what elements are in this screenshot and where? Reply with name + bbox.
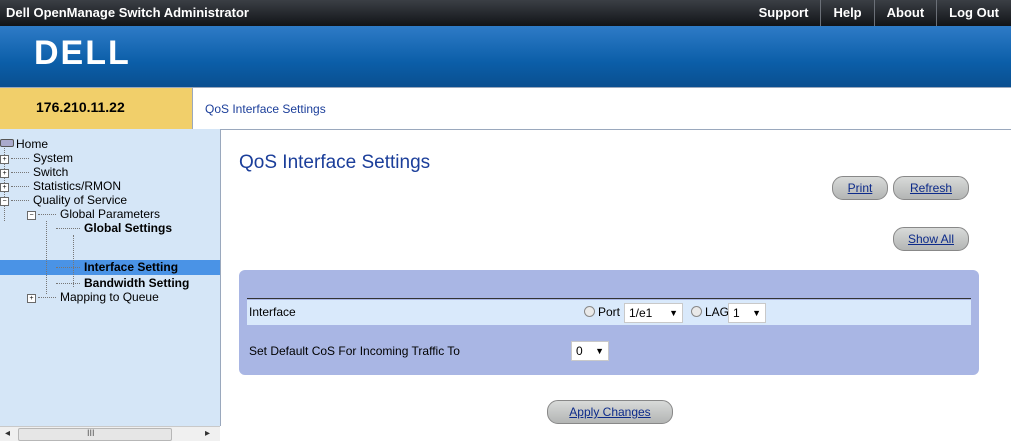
app-title: Dell OpenManage Switch Administrator — [6, 5, 249, 20]
help-link[interactable]: Help — [820, 0, 873, 26]
chevron-down-icon: ▼ — [595, 346, 604, 356]
home-icon — [0, 139, 14, 147]
refresh-button[interactable]: Refresh — [893, 176, 969, 200]
support-link[interactable]: Support — [747, 0, 821, 26]
device-ip: 176.210.11.22 — [36, 99, 125, 115]
tree-item-bandwidth-settings[interactable]: Bandwidth Setting — [56, 276, 189, 290]
tree-item-qos[interactable]: − Quality of Service — [0, 193, 127, 207]
scroll-grip: III — [87, 428, 95, 438]
breadcrumb[interactable]: QoS Interface Settings — [205, 102, 326, 116]
default-cos-select[interactable]: 0 ▼ — [571, 341, 609, 361]
apply-changes-button[interactable]: Apply Changes — [547, 400, 673, 424]
tree-item-switch[interactable]: + Switch — [0, 165, 68, 179]
page-title: QoS Interface Settings — [239, 152, 431, 173]
lag-select[interactable]: 1 ▼ — [728, 303, 766, 323]
port-radio[interactable] — [584, 306, 595, 317]
tree-item-statistics[interactable]: + Statistics/RMON — [0, 179, 121, 193]
expand-icon[interactable]: + — [27, 294, 36, 303]
nav-tree: Home + System + Switch + Statistics/RMON − Q… — [0, 129, 221, 426]
tree-item-global-parameters[interactable]: − Global Parameters — [27, 207, 160, 221]
lag-radio[interactable] — [691, 306, 702, 317]
default-cos-label: Set Default CoS For Incoming Traffic To — [249, 344, 460, 358]
scroll-left-icon[interactable]: ◂ — [5, 428, 10, 439]
port-select[interactable]: 1/e1 ▼ — [624, 303, 683, 323]
expand-icon[interactable]: + — [0, 183, 9, 192]
lag-label: LAG — [705, 305, 730, 319]
expand-icon[interactable]: + — [0, 169, 9, 178]
chevron-down-icon: ▼ — [669, 308, 678, 318]
panel-divider — [247, 298, 971, 299]
print-button[interactable]: Print — [832, 176, 888, 200]
scroll-thumb[interactable]: III — [18, 428, 172, 441]
settings-panel: Interface Port 1/e1 ▼ LAG 1 ▼ Set Default … — [239, 270, 979, 375]
tree-item-interface-settings[interactable]: Interface Setting — [56, 260, 178, 274]
port-option[interactable]: Port — [584, 305, 620, 319]
collapse-icon[interactable]: − — [0, 197, 9, 206]
chevron-down-icon: ▼ — [752, 308, 761, 318]
port-label: Port — [598, 305, 621, 319]
top-bar: Dell OpenManage Switch Administrator Sup… — [0, 0, 1011, 26]
collapse-icon[interactable]: − — [27, 211, 36, 220]
tree-item-global-settings[interactable]: Global Settings — [56, 221, 172, 235]
tree-item-system[interactable]: + System — [0, 151, 73, 165]
tree-connector — [46, 221, 47, 294]
info-row: 176.210.11.22 QoS Interface Settings — [0, 87, 1011, 130]
interface-label: Interface — [249, 305, 296, 319]
scroll-right-icon[interactable]: ▸ — [205, 428, 210, 439]
device-ip-box: 176.210.11.22 — [0, 88, 193, 129]
tree-item-home[interactable]: Home — [0, 137, 48, 151]
tree-item-mapping[interactable]: + Mapping to Queue — [27, 290, 159, 304]
tree-horizontal-scrollbar[interactable]: ◂ III ▸ — [0, 426, 220, 441]
lag-option[interactable]: LAG — [691, 305, 729, 319]
expand-icon[interactable]: + — [0, 155, 9, 164]
interface-row: Interface Port 1/e1 ▼ LAG 1 ▼ — [247, 300, 971, 325]
about-link[interactable]: About — [873, 0, 937, 26]
show-all-button[interactable]: Show All — [893, 227, 969, 251]
brand-banner: DELL — [0, 26, 1011, 87]
top-nav: Support Help About Log Out — [747, 0, 1011, 26]
dell-logo: DELL — [34, 34, 131, 72]
logout-link[interactable]: Log Out — [936, 0, 1011, 26]
